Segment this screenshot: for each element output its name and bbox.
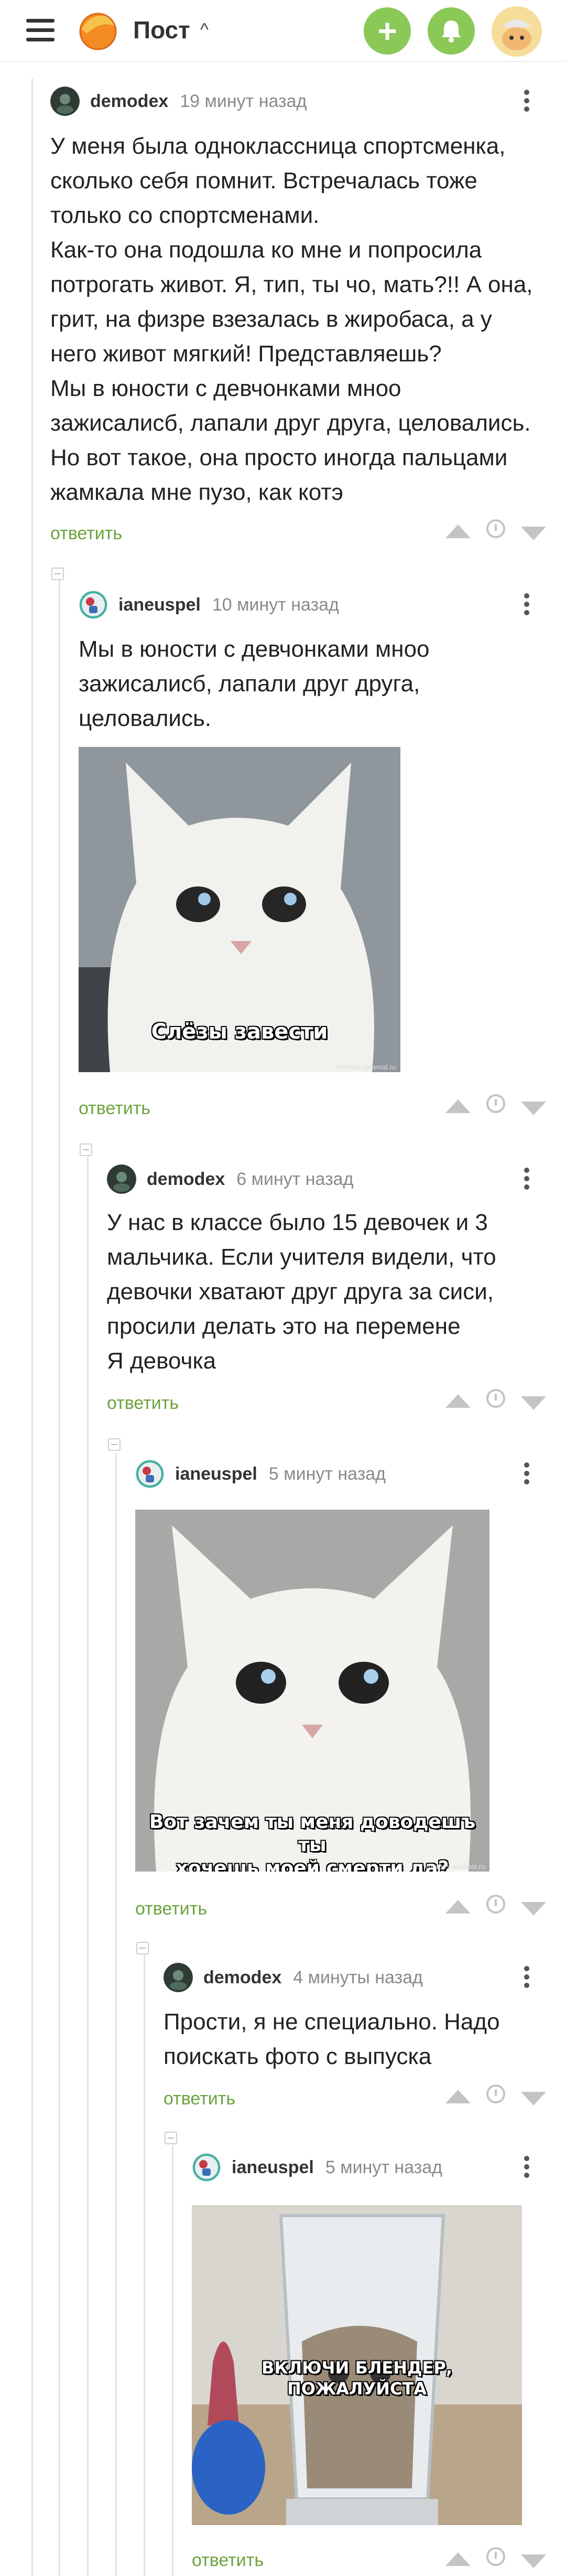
reply-link[interactable]: ответить <box>50 523 122 544</box>
comment-text: Мы в юности с девчонками мноо зажисалисб… <box>79 636 430 731</box>
thread-line <box>87 1157 89 2576</box>
plus-icon: + <box>377 12 397 50</box>
comment-text: У меня была одноклассница спортсменка, с… <box>50 133 533 505</box>
downvote-icon[interactable] <box>521 527 546 540</box>
chevron-up-icon[interactable]: ^ <box>200 20 209 40</box>
clock-icon[interactable] <box>486 1895 505 1914</box>
comment-image[interactable]: Слёзы завести memes-arsenal.ru <box>79 747 400 1072</box>
comment-time[interactable]: 4 минуты назад <box>293 1968 423 1988</box>
top-bar: Пост ^ + <box>0 0 566 62</box>
comment-author[interactable]: ianeuspel <box>118 595 201 615</box>
upvote-icon[interactable] <box>445 1099 471 1113</box>
comment-header: demodex 6 минут назад <box>107 1163 353 1195</box>
clock-icon[interactable] <box>486 519 505 538</box>
more-icon[interactable] <box>519 1963 535 1994</box>
comment-header: ianeuspel 10 минут назад <box>79 589 339 621</box>
clock-icon[interactable] <box>486 2085 505 2103</box>
clock-icon[interactable] <box>486 2547 505 2566</box>
comment-time[interactable]: 6 минут назад <box>236 1169 353 1190</box>
downvote-icon[interactable] <box>521 2554 546 2568</box>
comment-actions <box>445 2547 548 2573</box>
downvote-icon[interactable] <box>521 1396 546 1410</box>
thread-line <box>59 580 60 2576</box>
comment-text: У нас в классе было 15 девочек и 3 мальч… <box>107 1210 496 1374</box>
upvote-icon[interactable] <box>445 2090 471 2103</box>
thread-line <box>115 1453 117 2576</box>
thread-line <box>172 2145 173 2576</box>
avatar[interactable] <box>192 2153 221 2182</box>
comment-header: ianeuspel 5 минут назад <box>135 1458 386 1490</box>
comment-author[interactable]: ianeuspel <box>175 1464 257 1484</box>
comment-time[interactable]: 5 минут назад <box>325 2157 442 2178</box>
comment-text: Прости, я не специально. Надо поискать ф… <box>164 2009 500 2069</box>
image-watermark: memes-arsenal.ru <box>426 1862 485 1870</box>
downvote-icon[interactable] <box>521 1902 546 1916</box>
comment-author[interactable]: demodex <box>147 1169 225 1190</box>
user-avatar[interactable] <box>492 6 542 57</box>
comment-author[interactable]: ianeuspel <box>232 2157 314 2178</box>
hamburger-icon[interactable] <box>26 19 55 42</box>
clock-icon[interactable] <box>486 1389 505 1408</box>
more-icon[interactable] <box>519 590 535 622</box>
thread-line <box>144 1951 145 2576</box>
avatar[interactable] <box>135 1459 165 1489</box>
comment-header: demodex 4 минуты назад <box>164 1962 423 1993</box>
downvote-icon[interactable] <box>521 2092 546 2105</box>
comment-image[interactable]: ВКЛЮЧИ БЛЕНДЕР, ПОЖАЛУЙСТА <box>192 2205 522 2525</box>
comment-time[interactable]: 5 минут назад <box>269 1464 386 1484</box>
comment-time[interactable]: 10 минут назад <box>212 595 339 615</box>
more-icon[interactable] <box>519 2153 535 2184</box>
add-post-button[interactable]: + <box>364 7 411 55</box>
collapse-toggle[interactable] <box>136 1942 149 1954</box>
bell-icon <box>442 20 461 42</box>
clock-icon[interactable] <box>486 1094 505 1113</box>
reply-link[interactable]: ответить <box>107 1393 179 1414</box>
comment-time[interactable]: 19 минут назад <box>180 91 307 112</box>
comment-header: demodex 19 минут назад <box>50 85 307 117</box>
comment-actions <box>445 2085 548 2111</box>
comment-author[interactable]: demodex <box>90 91 168 112</box>
upvote-icon[interactable] <box>445 525 471 538</box>
comment-author[interactable]: demodex <box>203 1968 281 1988</box>
notifications-button[interactable] <box>428 7 475 55</box>
comment-header: ianeuspel 5 минут назад <box>192 2152 442 2183</box>
collapse-toggle[interactable] <box>80 1143 92 1156</box>
thread-line <box>31 79 33 2576</box>
downvote-icon[interactable] <box>521 1102 546 1115</box>
avatar[interactable] <box>164 1963 193 1992</box>
comment-actions <box>445 1895 548 1921</box>
comment-actions <box>445 519 548 546</box>
pikabu-logo[interactable] <box>78 10 118 51</box>
reply-link[interactable]: ответить <box>164 2089 235 2109</box>
comment-image[interactable]: Вот зачем ты меня доводешъ ты хочешь мое… <box>135 1510 489 1872</box>
comment-actions <box>445 1094 548 1120</box>
comment-actions <box>445 1389 548 1415</box>
upvote-icon[interactable] <box>445 1394 471 1408</box>
collapse-toggle[interactable] <box>51 568 64 580</box>
more-icon[interactable] <box>519 1164 535 1196</box>
avatar[interactable] <box>50 87 80 116</box>
reply-link[interactable]: ответить <box>192 2550 264 2571</box>
avatar[interactable] <box>107 1164 136 1194</box>
collapse-toggle[interactable] <box>165 2132 177 2144</box>
image-caption: Слёзы завести <box>151 1020 328 1044</box>
more-icon[interactable] <box>519 87 535 118</box>
upvote-icon[interactable] <box>445 2552 471 2566</box>
upvote-icon[interactable] <box>445 1900 471 1914</box>
page-title[interactable]: Пост <box>133 16 190 44</box>
reply-link[interactable]: ответить <box>79 1098 150 1119</box>
more-icon[interactable] <box>519 1459 535 1491</box>
reply-link[interactable]: ответить <box>135 1899 207 1919</box>
avatar[interactable] <box>79 590 108 619</box>
image-caption: ВКЛЮЧИ БЛЕНДЕР, ПОЖАЛУЙСТА <box>261 2358 453 2399</box>
collapse-toggle[interactable] <box>108 1438 121 1451</box>
image-watermark: memes-arsenal.ru <box>337 1063 396 1071</box>
